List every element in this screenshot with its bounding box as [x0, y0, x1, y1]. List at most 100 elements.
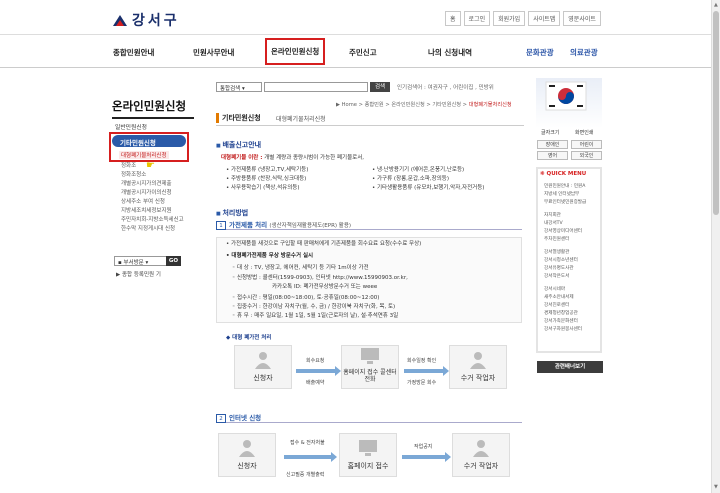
- section-disposal-guide: 배출신고안내: [216, 140, 261, 150]
- hand-cursor-icon: ☛: [146, 160, 155, 171]
- person-icon: [239, 440, 255, 457]
- gnb-item-culture[interactable]: 문화관광: [526, 47, 554, 58]
- lnb-sub-land-price-appeal[interactable]: 개별공시지가이의신청: [121, 188, 172, 196]
- flow2-arrow-2: [402, 452, 451, 462]
- item-furniture: • 가구류 (장롱,문갑,소파,장의등): [372, 176, 449, 182]
- search-input[interactable]: [264, 82, 368, 92]
- lnb-sub-land-price-opinion[interactable]: 개별공시지가의견제출: [121, 179, 172, 187]
- breadcrumb-path: ▶ Home > 종합민원 > 온라인민원신청 > 기타민원신청 >: [336, 102, 468, 108]
- guide-line-1: • 가전제품을 새것으로 구입할 때 판매처에게 기존제품을 회수요료 요청(수…: [226, 241, 422, 247]
- lnb-sub-septic-clean[interactable]: 정화조청소: [121, 170, 146, 178]
- logo-text: 강서구: [132, 13, 180, 29]
- quick-item[interactable]: 강서유명도사관: [544, 265, 574, 271]
- scroll-thumb[interactable]: [713, 11, 719, 215]
- flow-diagram-1: 신청자 회수요청 배출예약 홈페이지 접수 콜센터 전화 회수일정 확인 가정방…: [222, 343, 522, 403]
- quick-item[interactable]: 강서시네마: [544, 286, 565, 292]
- quick-item[interactable]: 강서작은도서: [544, 273, 569, 279]
- subsection-internet: 2 인터넷 신청: [216, 412, 522, 423]
- korean-flag-icon: [545, 81, 587, 111]
- quick-item[interactable]: 강서구자원봉사센터: [544, 326, 582, 332]
- flow2-box-homepage: 홈페이지 접수: [339, 433, 397, 477]
- lnb-item-other-active[interactable]: 기타민원신청: [112, 135, 186, 147]
- gnb-item-civil-guide[interactable]: 종합민원안내: [113, 47, 154, 58]
- signup-link[interactable]: 회원가입: [493, 11, 526, 26]
- lnb-sub-banner[interactable]: 한수막 지정게시대 신청: [121, 224, 175, 232]
- related-banners-button[interactable]: 관련배너보기: [537, 361, 603, 373]
- quick-item[interactable]: 새주소안내서제: [544, 294, 574, 300]
- gnb-item-medical[interactable]: 의료관광: [570, 47, 598, 58]
- breadcrumb: ▶ Home > 종합민원 > 온라인민원신청 > 기타민원신청 > 대형폐기물…: [336, 101, 512, 108]
- flow1-arrow-2: [404, 366, 449, 376]
- flow1-box-worker: 수거 작업자: [449, 345, 507, 389]
- logo-mark-icon: [113, 15, 127, 26]
- lnb-item-general[interactable]: 일반민원신청: [115, 122, 147, 131]
- flow1-label-pickup: 가정방문 회수: [407, 380, 437, 386]
- quick-item[interactable]: 내강서TV: [544, 220, 563, 226]
- disabled-button[interactable]: 장애인: [537, 140, 568, 149]
- lnb-title: 온라인민원신청: [112, 98, 194, 119]
- flow2-label-notice: 작업공지: [414, 444, 433, 450]
- font-size-link[interactable]: 글자크기: [541, 129, 559, 136]
- quick-item[interactable]: 민원민원안내 : 민원A: [544, 183, 585, 189]
- print-link[interactable]: 화면인쇄: [575, 129, 593, 136]
- quick-item[interactable]: 경제청년창업공관: [544, 310, 578, 316]
- quick-item[interactable]: 주차민원센터: [544, 236, 569, 242]
- lnb-sub-septic[interactable]: 정화조: [121, 161, 136, 169]
- english-button[interactable]: 영어: [537, 151, 568, 160]
- item-kitchen: • 주방용품류 (찬장,식탁,싱크대등): [226, 176, 307, 182]
- quick-item[interactable]: 강서진로센터: [544, 302, 569, 308]
- quick-item[interactable]: 무료인터넷민원증발급: [544, 199, 586, 205]
- search-type-select[interactable]: 통합검색 ▾: [216, 82, 262, 92]
- page-subtitle: 대형폐기물처리신청: [276, 116, 326, 123]
- site-logo[interactable]: 강서구: [112, 10, 180, 30]
- foreigner-button[interactable]: 외국인: [571, 151, 602, 160]
- scroll-down-icon[interactable]: ▼: [714, 484, 718, 490]
- flow1-arrow-1: [296, 366, 341, 376]
- section-process-method: 처리방법: [216, 208, 248, 218]
- gnb-item-online-apply[interactable]: 온라인민원신청: [265, 38, 326, 65]
- item-office: • 사무용학습기 (책상,석유의등): [226, 185, 300, 191]
- item-living: • 기타생활용품류 (유모차,보행기,악자,자전거등): [372, 185, 485, 191]
- dept-link[interactable]: ▶ 종합 등록민원 기: [116, 270, 161, 278]
- item-appliance: • 가전제품류 (냉장고,TV,세탁기등): [226, 167, 309, 173]
- guide-line-4: ◦ 신청방법 : 콜센터(1599-0903), 인터넷 http://www.…: [232, 275, 408, 281]
- quick-item[interactable]: 강서시청소년센터: [544, 257, 578, 263]
- flow1-label-request: 회수요청: [306, 358, 325, 364]
- go-button[interactable]: GO: [166, 256, 181, 266]
- lnb-sub-income-tax[interactable]: 주민자치회-지방소득세신고: [121, 215, 184, 223]
- gnb-item-civil-service[interactable]: 민원사무안내: [193, 47, 234, 58]
- english-site-link[interactable]: 영문사이트: [563, 11, 601, 26]
- home-link[interactable]: 홈: [445, 11, 461, 26]
- quick-item[interactable]: 강서영상미디어센터: [544, 228, 582, 234]
- quick-item[interactable]: 자치회관: [544, 212, 561, 218]
- popular-keywords: 인기검색어 : 여권자구 , 어린이집 , 민방위: [397, 85, 494, 91]
- quick-item[interactable]: 강서가족문화센터: [544, 318, 578, 324]
- login-link[interactable]: 로그인: [463, 11, 491, 26]
- scroll-up-icon[interactable]: ▲: [714, 2, 718, 8]
- quick-item[interactable]: 강서열생활관: [544, 249, 569, 255]
- quick-item[interactable]: 지방세 인터넷납부: [544, 191, 579, 197]
- page-tabs: 기타민원신청 대형폐기물처리신청: [216, 110, 524, 126]
- guide-line-8: ◦ 휴 무 : 매주 일요일, 1월 1일, 5월 1일(근로자의 날), 설·…: [232, 313, 399, 319]
- lnb-sub-tax[interactable]: 지방세조치세정보지원: [121, 206, 172, 214]
- flow1-box-homepage: 홈페이지 접수 콜센터 전화: [341, 345, 399, 389]
- lnb-sub-bulky-waste[interactable]: 대형폐기물처리신청: [119, 151, 169, 159]
- sitemap-link[interactable]: 사이트맵: [528, 11, 561, 26]
- scrollbar[interactable]: ▲ ▼: [711, 0, 720, 493]
- search-button[interactable]: 검색: [370, 82, 390, 92]
- gnb-item-my-history[interactable]: 나의 신청내역: [428, 47, 472, 58]
- worker-icon: [470, 352, 486, 369]
- worker-icon: [473, 440, 489, 457]
- gnb-item-report[interactable]: 주민신고: [349, 47, 377, 58]
- flow2-arrow-1: [284, 452, 337, 462]
- utility-links: 홈 로그인 회원가입 사이트맵 영문사이트: [445, 11, 601, 26]
- quick-menu: ❋ QUICK MENU 민원민원안내 : 민원A 지방세 인터넷납부 무료인터…: [536, 167, 602, 353]
- flow1-box-applicant: 신청자: [234, 345, 292, 389]
- flow-diagram-2: 신청자 접수 & 전자처불 신고필증 개별출력 홈페이지 접수 작업공지 수거 …: [218, 431, 522, 491]
- lnb-sub-address[interactable]: 상세주소 부여 신청: [121, 197, 165, 205]
- flow2-label-receipt: 접수 & 전자처불: [290, 440, 325, 446]
- person-icon: [255, 352, 271, 369]
- guide-line-5: 카카오톡 ID: 폐가전무상방문수거 또는 weee: [272, 284, 378, 290]
- global-nav: 종합민원안내 민원사무안내 온라인민원신청 주민신고 나의 신청내역 문화관광 …: [0, 34, 720, 68]
- children-button[interactable]: 어린이: [571, 140, 602, 149]
